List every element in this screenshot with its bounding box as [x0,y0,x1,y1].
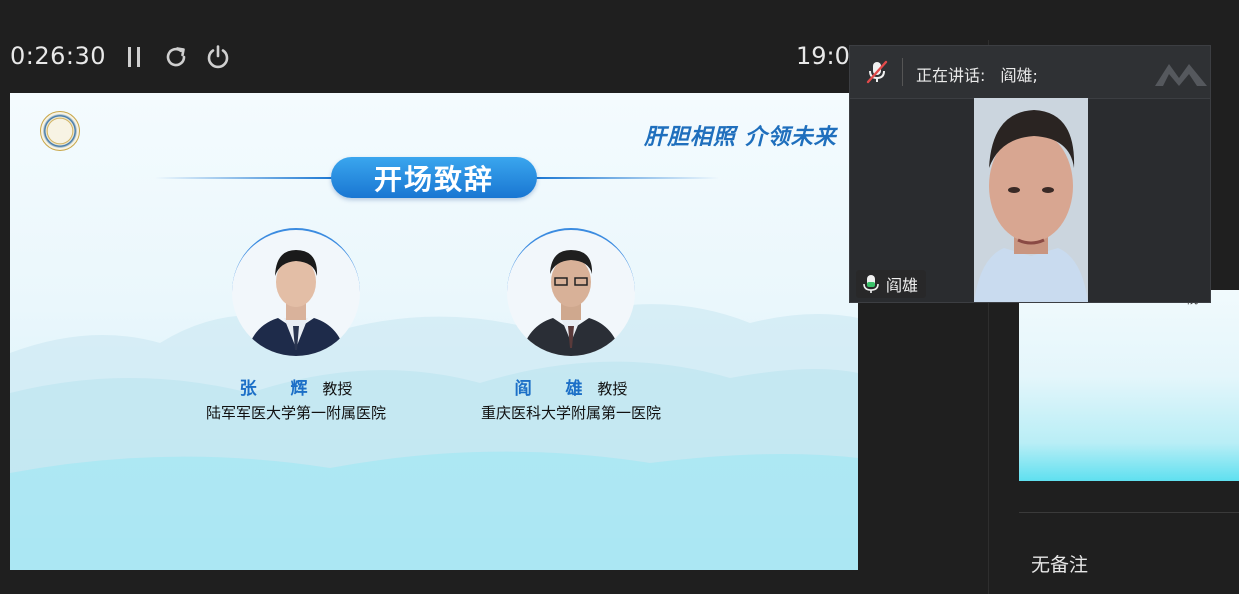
next-slide-thumbnail[interactable]: 院 [1019,290,1239,481]
speaker-photo-2 [507,228,635,356]
video-window[interactable]: 正在讲话: 阎雄; 阎雄 [849,45,1211,303]
active-speaker-status: 正在讲话: 阎雄; [916,62,1038,86]
current-slide[interactable]: 肝胆相照 介领未来 开场致辞 张 辉 教授 陆军军医大学第一附属医院 阎 雄 教… [10,93,858,570]
elapsed-timer: 0:26:30 [10,42,107,70]
notes-divider [1019,512,1239,513]
speaker-name-1: 张 辉 [239,379,322,399]
speaker-institution-2: 重庆医科大学附属第一医院 [480,404,661,422]
speaker-role-1: 教授 [322,380,353,398]
participant-name: 阎雄 [886,276,919,295]
speaker-name-2: 阎 雄 [514,379,597,399]
participant-name-tag: 阎雄 [856,270,927,298]
speaking-label: 正在讲话: [916,66,986,85]
restart-button[interactable] [161,42,191,72]
participant-camera-feed [974,98,1088,302]
app-brand-icon [1155,64,1207,86]
pause-button[interactable] [119,42,149,72]
mic-active-icon [863,275,879,293]
end-show-button[interactable] [203,42,233,72]
speaking-name: 阎雄; [1000,66,1038,85]
speaker-photo-1 [232,228,360,356]
speaker-notes: 无备注 [1031,554,1089,576]
speaker-card-1: 张 辉 教授 陆军军医大学第一附属医院 [176,228,416,423]
title-line-left [155,177,335,179]
organization-logo [40,111,80,151]
mic-muted-icon [866,60,888,84]
speaker-card-2: 阎 雄 教授 重庆医科大学附属第一医院 [451,228,691,423]
restart-icon [166,47,186,67]
slide-slogan: 肝胆相照 介领未来 [644,124,837,150]
title-line-right [534,177,719,179]
pause-icon [128,47,140,67]
speaker-role-2: 教授 [597,380,628,398]
power-icon [207,45,229,69]
mic-toggle-button[interactable] [864,59,890,85]
slide-title: 开场致辞 [331,157,537,198]
speaker-institution-1: 陆军军医大学第一附属医院 [205,404,386,422]
header-separator [902,58,903,86]
video-header: 正在讲话: 阎雄; [850,46,1210,99]
